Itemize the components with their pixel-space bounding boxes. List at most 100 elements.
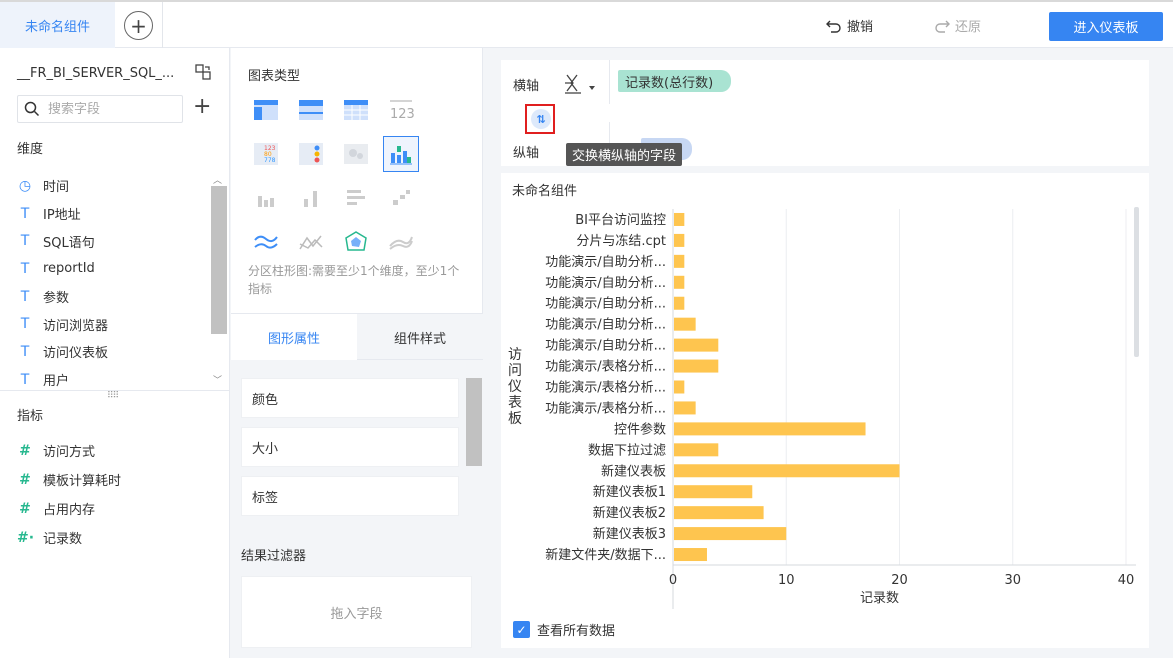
metric-field-item[interactable]: #· 记录数 [17,523,207,552]
bar[interactable] [674,338,719,352]
bar[interactable] [674,233,685,247]
swap-axes-button[interactable]: ⇅ [525,104,555,134]
bar[interactable] [674,296,685,310]
detail-table-icon[interactable] [338,92,374,128]
metric-field-item[interactable]: # 模板计算耗时 [17,465,207,494]
show-all-data-checkbox[interactable]: ✓ 查看所有数据 [513,620,615,639]
tab-shape-properties[interactable]: 图形属性 [231,314,357,360]
search-field[interactable] [17,95,183,123]
dimension-field-item[interactable]: TreportId [17,255,207,283]
grouped-bar-chart-icon[interactable] [383,136,419,172]
checkbox-checked-icon[interactable]: ✓ [513,621,530,638]
number-field-icon: # [19,500,31,517]
number-field-icon: #· [17,529,35,546]
svg-text:123: 123 [390,107,414,121]
bar-chart-svg: BI平台访问监控分片与冻结.cpt 功能演示/自助分析... 功能演示/自助分析..… [508,207,1139,609]
bar[interactable] [674,212,685,226]
undo-label: 撤销 [847,20,874,35]
scroll-thumb[interactable] [211,186,227,334]
bar[interactable] [674,422,866,436]
bar[interactable] [674,254,685,268]
scroll-down-icon[interactable]: ﹀ [213,373,222,386]
bar[interactable] [674,317,696,331]
radar-chart-icon[interactable] [338,224,374,260]
bar-chart-icon[interactable] [338,180,374,216]
color-property[interactable]: 颜色 [241,378,459,418]
category-label: 功能演示/自助分析... [545,317,666,333]
drag-grip-icon[interactable]: ⠿⠿ [107,391,119,401]
x-axis-field-pill[interactable]: 记录数(总行数) [618,70,732,92]
crosstab-chart-icon[interactable] [293,92,329,128]
filter-drop-zone[interactable]: 拖入字段 [241,576,472,648]
properties-scrollbar[interactable] [465,360,483,528]
metric-field-item[interactable]: # 占用内存 [17,494,207,523]
scroll-up-icon[interactable]: ︿ [213,173,222,186]
redo-icon [935,20,950,33]
bar[interactable] [674,527,787,541]
metric-field-item[interactable]: # 访问方式 [17,436,207,465]
dimension-field-item[interactable]: T 访问仪表板 [17,338,207,366]
axis-divider [609,60,610,104]
dimension-field-item[interactable]: T SQL语句 [17,227,207,255]
bar[interactable] [674,506,764,520]
tab-component-style[interactable]: 组件样式 [357,314,483,360]
add-field-button[interactable]: + [193,96,211,118]
y-axis-title-char: 板 [508,411,522,427]
category-label: 功能演示/自助分析... [545,275,666,291]
column-chart-icon[interactable] [248,180,284,216]
switch-dataset-icon[interactable] [194,63,212,81]
waterfall-chart-icon[interactable] [383,180,419,216]
bar[interactable] [674,485,753,499]
dot-table-icon[interactable] [293,136,329,172]
search-input[interactable] [48,101,168,117]
kpi-number-icon[interactable]: 123 [383,92,419,128]
chart-type-hint: 分区柱形图:需要至少1个维度，至少1个指标 [248,264,460,296]
category-label: 功能演示/自助分析... [545,296,666,312]
chart-scrollbar[interactable] [1134,207,1139,357]
category-label: 新建仪表板3 [593,526,666,542]
redo-button[interactable]: 还原 [934,16,981,35]
category-label: BI平台访问监控 [575,213,666,228]
size-property[interactable]: 大小 [241,427,459,467]
line-chart-icon[interactable] [248,224,284,260]
stacked-column-icon[interactable] [293,180,329,216]
property-tabs: 图形属性 组件样式 [231,313,483,360]
field-label: IP地址 [43,208,81,224]
scroll-thumb[interactable] [466,378,482,466]
category-label: 新建仪表板1 [593,484,666,500]
bar[interactable] [674,464,900,478]
bar[interactable] [674,380,685,394]
field-label: SQL语句 [43,235,95,251]
component-title: 未命名组件 [512,184,578,199]
y-axis-title-char: 问 [508,363,522,379]
range-area-icon[interactable] [383,224,419,260]
field-label: 占用内存 [43,503,96,518]
dimension-field-item[interactable]: T 访问浏览器 [17,310,207,338]
label-property[interactable]: 标签 [241,476,459,516]
bar[interactable] [674,275,685,289]
color-table-icon[interactable]: 123 80 778 [248,136,284,172]
sort-icon[interactable] [563,72,601,96]
metric-list: # 访问方式 # 模板计算耗时 # 占用内存 #· 记录数 [17,436,207,552]
table-chart-icon[interactable] [248,92,284,128]
undo-button[interactable]: 撤销 [826,16,873,35]
bar[interactable] [674,443,719,457]
dimension-field-item[interactable]: T IP地址 [17,200,207,228]
category-label: 新建仪表板2 [593,505,666,521]
bar[interactable] [674,401,696,415]
dimension-field-item[interactable]: ◷ 时间 [17,172,207,200]
field-label: 访问仪表板 [43,346,109,362]
add-tab-button[interactable]: + [124,11,153,40]
dimension-field-item[interactable]: T 参数 [17,283,207,311]
category-label: 功能演示/表格分析... [545,400,666,416]
bar[interactable] [674,548,707,562]
tab-unnamed-component[interactable]: 未命名组件 [0,2,115,48]
canvas-area: 横轴 记录数(总行数) 纵轴 表板 ⇅ 交换横纵轴的字段 未命名组件 BI平台访… [484,48,1173,658]
chart-widget: 未命名组件 BI平台访问监控 分片与冻结.cpt 功能演示/自助分析... 功能演示/… [501,173,1149,648]
bar[interactable] [674,359,719,373]
x-tick-label: 20 [891,573,908,588]
dimension-scrollbar[interactable]: ︿ ﹀ [210,172,228,388]
area-chart-icon[interactable] [293,224,329,260]
enter-dashboard-button[interactable]: 进入仪表板 [1049,12,1163,41]
heat-map-icon[interactable] [338,136,374,172]
